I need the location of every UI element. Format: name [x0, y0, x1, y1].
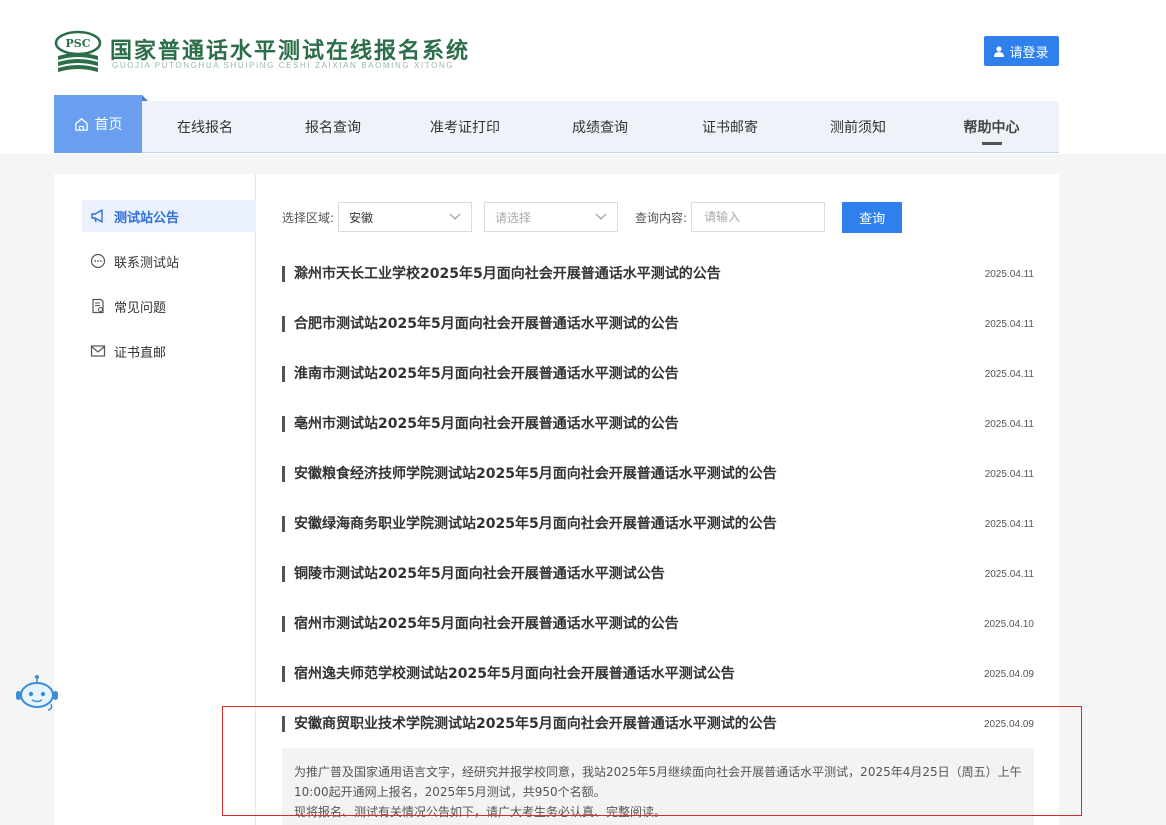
province-select[interactable]: 安徽: [338, 202, 473, 232]
nav-item-admission-ticket[interactable]: 准考证打印: [398, 101, 532, 153]
filter-bar: 选择区域: 安徽 请选择 查询内容: 查询: [282, 201, 903, 233]
announcement-title[interactable]: 宿州市测试站2025年5月面向社会开展普通话水平测试的公告: [282, 616, 679, 632]
nav-item-test-notice[interactable]: 测前须知: [792, 101, 924, 153]
announcement-title[interactable]: 安徽绿海商务职业学院测试站2025年5月面向社会开展普通话水平测试的公告: [282, 516, 777, 532]
announcement-date: 2025.04.11: [984, 318, 1034, 330]
sidebar-item-faq[interactable]: 常见问题: [82, 290, 256, 322]
svg-text:PSC: PSC: [66, 37, 91, 50]
announcement-item[interactable]: 滁州市天长工业学校2025年5月面向社会开展普通话水平测试的公告 2025.04…: [282, 264, 1034, 284]
announcement-item[interactable]: 亳州市测试站2025年5月面向社会开展普通话水平测试的公告 2025.04.11: [282, 414, 1034, 434]
announcement-date: 2025.04.11: [984, 518, 1034, 530]
nav-item-registration-query[interactable]: 报名查询: [268, 101, 398, 153]
announcement-date: 2025.04.09: [983, 668, 1034, 680]
announcement-date: 2025.04.11: [984, 268, 1034, 280]
announcement-item[interactable]: 淮南市测试站2025年5月面向社会开展普通话水平测试的公告 2025.04.11: [282, 364, 1034, 384]
city-placeholder: 请选择: [495, 210, 532, 225]
announcement-date: 2025.04.11: [984, 418, 1034, 430]
sidebar-label-contact: 联系测试站: [114, 255, 180, 271]
query-label: 查询内容:: [635, 210, 688, 225]
chat-icon: [90, 253, 106, 269]
megaphone-icon: [91, 209, 103, 223]
sidebar-item-announcements[interactable]: 测试站公告: [82, 200, 256, 232]
description-line: 10:00起开通网上报名，2025年5月测试，共950个名额。: [294, 785, 606, 799]
sidebar-label-certificate-mail: 证书直邮: [114, 345, 167, 361]
sidebar-label-faq: 常见问题: [114, 300, 167, 316]
sidebar: 测试站公告 联系测试站 常见问题 证书直邮: [54, 174, 256, 825]
nav-item-help-center[interactable]: 帮助中心: [924, 101, 1059, 153]
nav-item-online-registration[interactable]: 在线报名: [142, 101, 268, 153]
region-label: 选择区域:: [282, 210, 335, 225]
announcement-item[interactable]: 安徽粮食经济技师学院测试站2025年5月面向社会开展普通话水平测试的公告 202…: [282, 464, 1034, 484]
announcement-title[interactable]: 合肥市测试站2025年5月面向社会开展普通话水平测试的公告: [282, 316, 679, 332]
announcement-date: 2025.04.11: [984, 368, 1034, 380]
announcement-title[interactable]: 安徽粮食经济技师学院测试站2025年5月面向社会开展普通话水平测试的公告: [282, 466, 777, 482]
announcement-item[interactable]: 铜陵市测试站2025年5月面向社会开展普通话水平测试公告 2025.04.11: [282, 564, 1034, 584]
sidebar-item-certificate-mail[interactable]: 证书直邮: [82, 335, 256, 367]
login-button[interactable]: 请登录: [984, 36, 1059, 66]
mail-icon: [90, 345, 106, 357]
announcement-item[interactable]: 宿州市测试站2025年5月面向社会开展普通话水平测试的公告 2025.04.10: [282, 614, 1034, 634]
sidebar-item-contact[interactable]: 联系测试站: [82, 245, 256, 277]
description-line: 为推广普及国家通用语言文字，经研究并报学校同意，我站2025年5月继续面向社会开…: [294, 765, 1022, 779]
announcement-item-expanded[interactable]: 安徽商贸职业技术学院测试站2025年5月面向社会开展普通话水平测试的公告 202…: [282, 714, 1034, 734]
announcement-date: 2025.04.11: [984, 568, 1034, 580]
announcement-title[interactable]: 铜陵市测试站2025年5月面向社会开展普通话水平测试公告: [282, 566, 665, 582]
announcement-date: 2025.04.10: [983, 618, 1034, 630]
nav-item-home[interactable]: 首页: [54, 95, 148, 153]
announcement-description: 为推广普及国家通用语言文字，经研究并报学校同意，我站2025年5月继续面向社会开…: [282, 748, 1034, 825]
search-button[interactable]: 查询: [842, 201, 903, 233]
user-icon: [994, 45, 1005, 57]
announcement-item[interactable]: 宿州逸夫师范学校测试站2025年5月面向社会开展普通话水平测试公告 2025.0…: [282, 664, 1034, 684]
site-subtitle: GUOJIA PUTONGHUA SHUIPING CESHI ZAIXIAN …: [112, 61, 455, 70]
announcement-date: 2025.04.11: [984, 468, 1034, 480]
announcement-item[interactable]: 合肥市测试站2025年5月面向社会开展普通话水平测试的公告 2025.04.11: [282, 314, 1034, 334]
announcement-item[interactable]: 安徽绿海商务职业学院测试站2025年5月面向社会开展普通话水平测试的公告 202…: [282, 514, 1034, 534]
document-icon: [92, 298, 104, 314]
sidebar-label-announcements: 测试站公告: [114, 210, 180, 226]
nav-label-home: 首页: [94, 117, 123, 133]
page-header: PSC 国家普通话水平测试在线报名系统 GUOJIA PUTONGHUA SHU…: [0, 0, 1166, 100]
description-line: 现将报名、测试有关情况公告如下，请广大考生务必认真、完整阅读。: [294, 805, 667, 819]
login-label: 请登录: [1009, 45, 1049, 61]
city-select[interactable]: 请选择: [484, 202, 619, 232]
search-input[interactable]: [691, 202, 826, 232]
chevron-down-icon: [449, 213, 461, 220]
announcement-title[interactable]: 安徽商贸职业技术学院测试站2025年5月面向社会开展普通话水平测试的公告: [282, 716, 777, 732]
announcement-title[interactable]: 滁州市天长工业学校2025年5月面向社会开展普通话水平测试的公告: [282, 266, 721, 282]
nav-item-score-query[interactable]: 成绩查询: [532, 101, 668, 153]
main-nav: 首页 在线报名 报名查询 准考证打印 成绩查询 证书邮寄 测前须知 帮助中心: [54, 95, 1059, 153]
province-value: 安徽: [349, 210, 374, 225]
announcement-title[interactable]: 淮南市测试站2025年5月面向社会开展普通话水平测试的公告: [282, 366, 679, 382]
psc-logo: PSC: [54, 30, 102, 72]
announcement-title[interactable]: 亳州市测试站2025年5月面向社会开展普通话水平测试的公告: [282, 416, 679, 432]
nav-item-certificate-mail[interactable]: 证书邮寄: [668, 101, 792, 153]
chevron-down-icon: [595, 213, 607, 220]
announcement-title[interactable]: 宿州逸夫师范学校测试站2025年5月面向社会开展普通话水平测试公告: [282, 666, 735, 682]
home-icon: [74, 117, 88, 131]
announcement-date: 2025.04.09: [983, 718, 1034, 730]
robot-assistant-icon[interactable]: [15, 674, 59, 712]
